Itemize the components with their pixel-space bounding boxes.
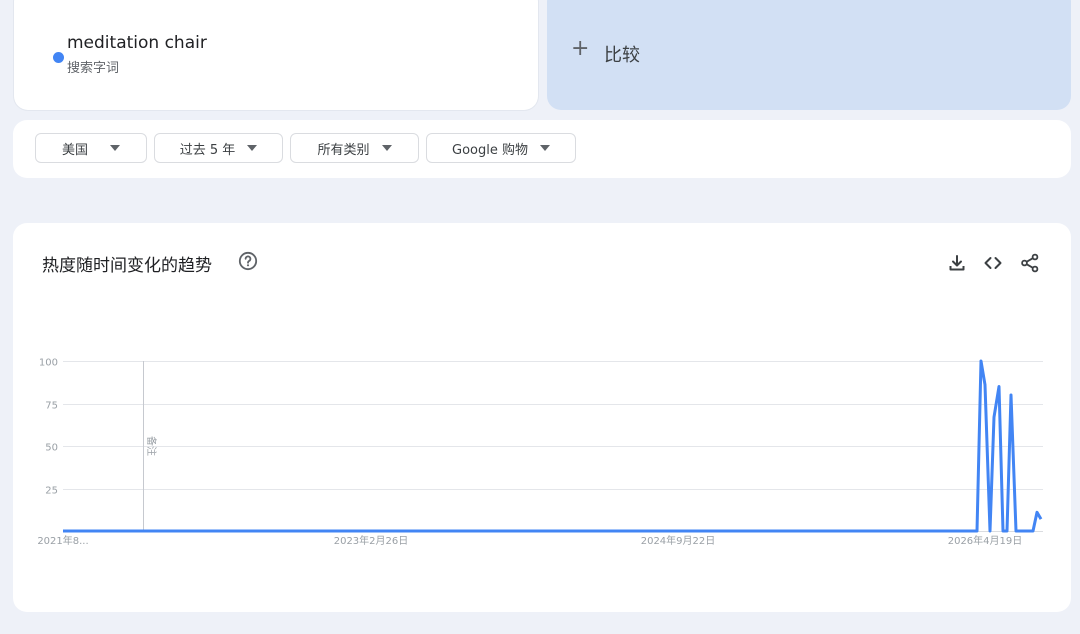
x-tick-label: 2021年8... [37, 534, 88, 547]
filter-time-range-label: 过去 5 年 [179, 142, 236, 158]
dropdown-arrow-icon [110, 145, 120, 151]
annotation-note-label[interactable]: 备注 [145, 436, 158, 456]
y-tick-label: 100 [39, 358, 58, 369]
compare-label: 比较 [604, 45, 640, 66]
x-tick-label: 2023年2月26日 [334, 534, 409, 547]
x-tick-label: 2024年9月22日 [641, 534, 716, 547]
chart-annotation: 备注 [143, 361, 158, 531]
interest-over-time-card: 热度随时间变化的趋势 备注 100 75 50 25 2021年8... 2023年2月… [13, 223, 1071, 612]
filter-category[interactable]: 所有类别 [290, 133, 419, 163]
series-color-dot [53, 52, 64, 63]
filter-search-type[interactable]: Google 购物 [426, 133, 576, 163]
filter-region[interactable]: 美国 [35, 133, 147, 163]
search-term-type: 搜索字词 [67, 61, 120, 76]
search-term-name[interactable]: meditation chair [67, 33, 207, 53]
plus-icon: + [571, 36, 590, 61]
x-tick-label: 2026年4月19日 [948, 534, 1023, 547]
filter-time-range[interactable]: 过去 5 年 [154, 133, 283, 163]
dropdown-arrow-icon [247, 145, 258, 151]
chart-gridlines [63, 361, 1043, 532]
filter-bar: 美国 过去 5 年 所有类别 Google 购物 [13, 120, 1071, 178]
search-term-card[interactable]: meditation chair 搜索字词 [14, 0, 538, 110]
dropdown-arrow-icon [381, 145, 392, 151]
filter-category-label: 所有类别 [317, 142, 370, 158]
trend-chart: 备注 100 75 50 25 2021年8... 2023年2月26日 2024年9月2… [37, 358, 1043, 547]
filter-search-type-label: Google 购物 [452, 142, 528, 158]
y-tick-label: 50 [45, 443, 58, 454]
dropdown-arrow-icon [539, 145, 550, 151]
y-tick-label: 75 [45, 401, 58, 412]
y-tick-label: 25 [45, 486, 58, 497]
compare-button[interactable]: + 比较 [547, 0, 1071, 110]
filter-region-label: 美国 [61, 142, 88, 158]
